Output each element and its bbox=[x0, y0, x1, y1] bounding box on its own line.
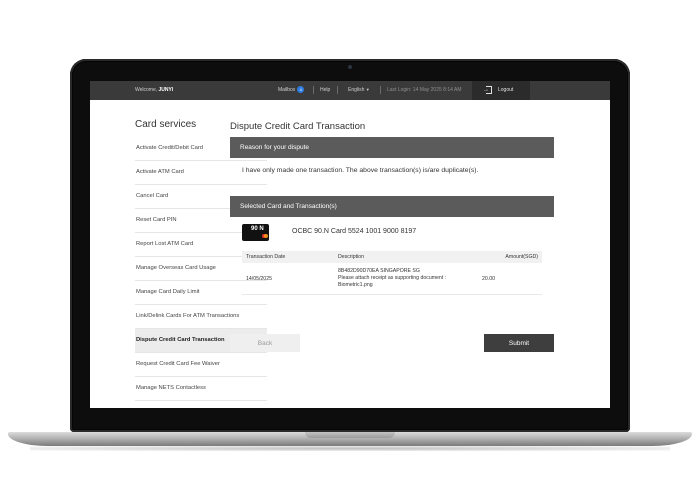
transaction-note: Please attach receipt as supporting docu… bbox=[338, 275, 447, 288]
transaction-merchant: 8B482D90D70EA SINGAPORE SG bbox=[338, 268, 420, 274]
submit-button[interactable]: Submit bbox=[484, 334, 554, 352]
reason-text: I have only made one transaction. The ab… bbox=[242, 167, 479, 174]
selected-card: 90 N OCBC 90.N Card 5524 1001 9000 8197 bbox=[230, 224, 554, 246]
sidebar-item-label: Dispute Credit Card Transaction bbox=[136, 337, 225, 343]
sidebar-item-label: Report Lost ATM Card bbox=[136, 241, 194, 247]
laptop-notch bbox=[305, 432, 395, 438]
column-header-amount: Amount(SGD) bbox=[474, 251, 542, 263]
sidebar-item-label: Link/Delink Cards For ATM Transactions bbox=[136, 313, 240, 319]
sidebar-item-label: Activate Credit/Debit Card bbox=[136, 145, 204, 151]
page-title: Dispute Credit Card Transaction bbox=[230, 121, 366, 132]
logout-label: Logout bbox=[498, 87, 514, 93]
laptop-shadow bbox=[30, 446, 670, 451]
divider bbox=[380, 86, 381, 94]
selected-card-section-header: Selected Card and Transaction(s) bbox=[230, 196, 554, 217]
top-bar: Welcome, JUNYI Mailbox 4 Help English ▼ L… bbox=[90, 81, 610, 100]
divider bbox=[313, 86, 314, 94]
transaction-description: 8B482D90D70EA SINGAPORE SG Please attach… bbox=[334, 263, 474, 295]
welcome-name: JUNYI bbox=[158, 87, 174, 93]
divider bbox=[337, 86, 338, 94]
sidebar-item-link-delink-cards[interactable]: Link/Delink Cards For ATM Transactions bbox=[135, 305, 267, 329]
sidebar-item-label: Manage Card Daily Limit bbox=[136, 289, 200, 295]
table-header-row: Transaction Date Description Amount(SGD) bbox=[242, 251, 542, 263]
card-image-text: 90 N bbox=[251, 226, 264, 232]
transaction-table: Transaction Date Description Amount(SGD)… bbox=[242, 251, 542, 295]
logout-button[interactable]: → Logout bbox=[472, 81, 530, 100]
sidebar-item-label: Reset Card PIN bbox=[136, 217, 177, 223]
last-login: Last Login: 14 May 2025 8:14 AM bbox=[387, 87, 462, 93]
card-label: OCBC 90.N Card 5524 1001 9000 8197 bbox=[292, 228, 417, 235]
chevron-down-icon: ▼ bbox=[365, 87, 370, 92]
sidebar-item-label: Activate ATM Card bbox=[136, 169, 184, 175]
main-content: Dispute Credit Card Transaction Reason f… bbox=[230, 121, 554, 295]
transaction-amount: 20.00 bbox=[474, 263, 542, 295]
logout-arrow-icon: → bbox=[483, 87, 489, 93]
column-header-date: Transaction Date bbox=[242, 251, 334, 263]
back-button[interactable]: Back bbox=[230, 334, 300, 352]
mastercard-logo-icon bbox=[264, 234, 268, 238]
welcome-prefix: Welcome, bbox=[135, 87, 158, 93]
mailbox-link[interactable]: Mailbox 4 bbox=[278, 86, 305, 93]
sidebar-item-manage-nets-contactless[interactable]: Manage NETS Contactless bbox=[135, 377, 267, 401]
camera-icon bbox=[348, 65, 352, 69]
transaction-date: 14/05/2025 bbox=[242, 263, 334, 295]
column-header-description: Description bbox=[334, 251, 474, 263]
table-row: 14/05/2025 8B482D90D70EA SINGAPORE SG Pl… bbox=[242, 263, 542, 295]
sidebar-item-label: Cancel Card bbox=[136, 193, 169, 199]
mailbox-label: Mailbox bbox=[278, 86, 296, 93]
sidebar-item-label: Manage NETS Contactless bbox=[136, 385, 206, 391]
reason-section-header: Reason for your dispute bbox=[230, 137, 554, 158]
language-label: English bbox=[348, 87, 365, 93]
card-image: 90 N bbox=[242, 224, 269, 241]
sidebar-item-label: Manage Overseas Card Usage bbox=[136, 265, 216, 271]
screen: Welcome, JUNYI Mailbox 4 Help English ▼ L… bbox=[90, 81, 610, 408]
sidebar-item-request-credit-card-fee-waiver[interactable]: Request Credit Card Fee Waiver bbox=[135, 353, 267, 377]
sidebar-item-label: Request Credit Card Fee Waiver bbox=[136, 361, 220, 367]
mailbox-count-badge: 4 bbox=[297, 86, 305, 93]
help-link[interactable]: Help bbox=[320, 87, 330, 93]
welcome-message: Welcome, JUNYI bbox=[135, 87, 173, 93]
language-selector[interactable]: English ▼ bbox=[348, 87, 370, 93]
